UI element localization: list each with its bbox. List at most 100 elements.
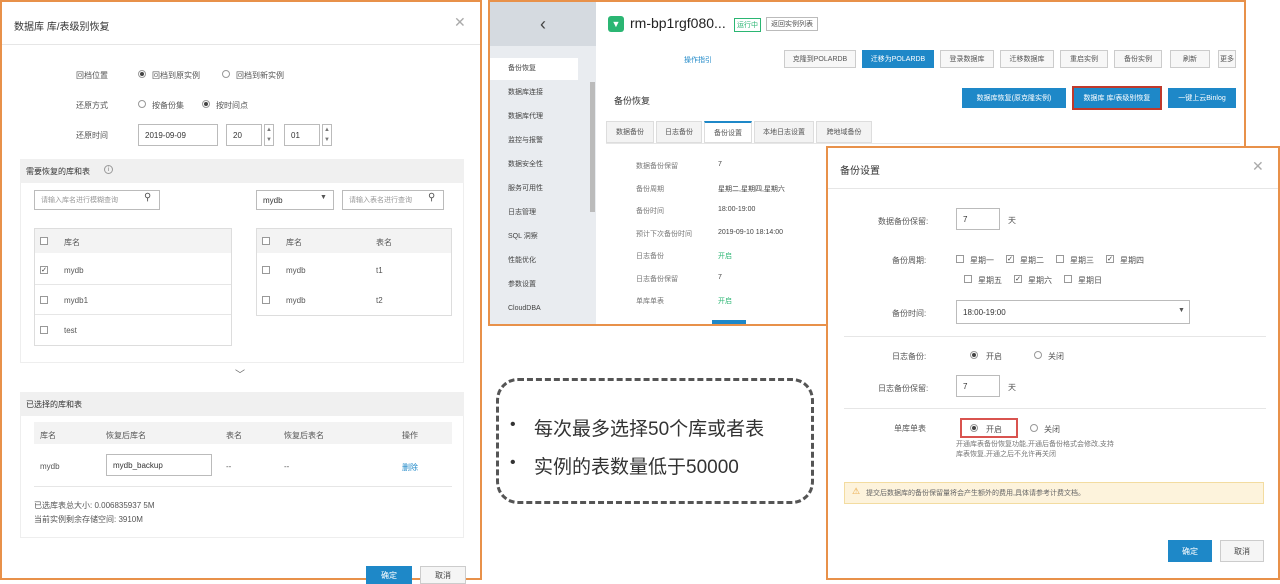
dialog-title: 备份设置	[840, 166, 880, 177]
guide-link[interactable]: 操作指引	[684, 55, 712, 65]
toolbar-button[interactable]: 更多	[1218, 50, 1236, 68]
confirm-button[interactable]: 确定	[366, 566, 412, 584]
return-list-button[interactable]: 返回实例列表	[766, 17, 818, 31]
selected-new-table: --	[284, 462, 290, 471]
sidebar-scrollbar[interactable]	[590, 82, 595, 212]
sidebar-item[interactable]: 备份恢复	[490, 58, 578, 80]
weekday-checkbox[interactable]	[956, 255, 964, 263]
cancel-button[interactable]: 取消	[420, 566, 466, 584]
log-on-radio[interactable]	[970, 351, 978, 359]
sidebar-item[interactable]: CloudDBA	[490, 298, 578, 320]
tab[interactable]: 跨地域备份	[816, 121, 872, 143]
sidebar-item[interactable]: 数据库连接	[490, 82, 578, 104]
toolbar-button[interactable]: 刷新	[1170, 50, 1210, 68]
bullet-dot: •	[510, 454, 516, 471]
weekday-label: 星期二	[1020, 256, 1044, 265]
sidebar-item[interactable]: 服务可用性	[490, 178, 578, 200]
instance-name: rm-bp1rgf080...	[630, 15, 726, 31]
select-all-checkbox[interactable]	[262, 237, 270, 245]
hour-stepper[interactable]: ▲ ▼	[264, 124, 274, 146]
chevron-down-icon: ▼	[320, 194, 327, 201]
restore-original-radio[interactable]	[138, 70, 146, 78]
weekday-checkbox[interactable]	[1056, 255, 1064, 263]
close-icon[interactable]: ✕	[454, 14, 466, 31]
tab[interactable]: 日志备份	[656, 121, 702, 143]
column-header: 库名	[64, 238, 80, 247]
table-checkbox[interactable]	[262, 266, 270, 274]
sidebar-item[interactable]: 参数设置	[490, 274, 578, 296]
sidebar-item[interactable]: 性能优化	[490, 250, 578, 272]
restore-new-radio[interactable]	[222, 70, 230, 78]
row-divider	[35, 284, 231, 285]
backup-settings-dialog: 备份设置 ✕ 数据备份保留: 7 天 备份周期: 星期一 ✓ 星期二 星期三 ✓ 星期四星…	[826, 146, 1280, 580]
sidebar-item[interactable]: 日志管理	[490, 202, 578, 224]
weekday-checkbox[interactable]	[1064, 275, 1072, 283]
date-input[interactable]: 2019-09-09	[138, 124, 218, 146]
search-icon[interactable]: ⚲	[144, 192, 151, 203]
sidebar-item[interactable]: 监控与报警	[490, 130, 578, 152]
storage-text: 当前实例剩余存储空间: 3910M	[34, 515, 143, 524]
by-time-label: 按时间点	[216, 101, 248, 110]
log-off-label: 关闭	[1048, 352, 1064, 361]
weekday-checkbox[interactable]: ✓	[1106, 255, 1114, 263]
weekday-checkbox[interactable]: ✓	[1006, 255, 1014, 263]
toolbar-button[interactable]: 重启实例	[1060, 50, 1108, 68]
total-size-text: 已选库表总大小: 0.006835937 5M	[34, 501, 155, 510]
select-all-checkbox[interactable]	[40, 237, 48, 245]
expand-chevron-icon[interactable]: ﹀	[235, 366, 245, 381]
table-restore-button[interactable]: 数据库 库/表级别恢复	[1072, 86, 1162, 110]
tab[interactable]: 本地日志设置	[754, 121, 814, 143]
db-restore-button[interactable]: 数据库恢复(原克隆实例)	[962, 88, 1066, 108]
toolbar-button[interactable]: 备份实例	[1114, 50, 1162, 68]
log-retention-input[interactable]: 7	[956, 375, 1000, 397]
new-db-name-input[interactable]: mydb_backup	[106, 454, 212, 476]
db-search-input[interactable]: 请输入库名进行模糊查询	[34, 190, 160, 210]
time-select[interactable]: 18:00-19:00	[956, 300, 1190, 324]
row-divider	[35, 314, 231, 315]
db-checkbox[interactable]: ✓	[40, 266, 48, 274]
tab[interactable]: 数据备份	[606, 121, 654, 143]
confirm-button[interactable]: 确定	[1168, 540, 1212, 562]
restore-original-label: 回档到原实例	[152, 71, 200, 80]
by-time-radio[interactable]	[202, 100, 210, 108]
sidebar-item[interactable]: SQL 洞察	[490, 226, 578, 248]
table-checkbox[interactable]	[262, 296, 270, 304]
selected-db: mydb	[40, 462, 60, 471]
instance-icon: ▼	[608, 16, 624, 32]
hour-input[interactable]: 20	[226, 124, 262, 146]
toolbar-button[interactable]: 克隆到POLARDB	[784, 50, 856, 68]
by-backup-radio[interactable]	[138, 100, 146, 108]
toolbar-button[interactable]: 迁移数据库	[1000, 50, 1054, 68]
weekday-checkbox[interactable]	[964, 275, 972, 283]
single-off-radio[interactable]	[1030, 424, 1038, 432]
db-name: test	[64, 326, 77, 335]
setting-key: 日志备份	[636, 253, 664, 260]
info-icon: i	[104, 165, 113, 174]
log-off-radio[interactable]	[1034, 351, 1042, 359]
column-header: 表名	[226, 431, 242, 440]
close-icon[interactable]: ✕	[1252, 158, 1264, 175]
delete-link[interactable]: 删除	[402, 462, 418, 473]
sidebar-item[interactable]: 数据库代理	[490, 106, 578, 128]
retention-input[interactable]: 7	[956, 208, 1000, 230]
minute-input[interactable]: 01	[284, 124, 320, 146]
binlog-button[interactable]: 一键上云Binlog	[1168, 88, 1236, 108]
cancel-button[interactable]: 取消	[1220, 540, 1264, 562]
restore-location-label: 回档位置	[76, 71, 108, 80]
weekday-checkbox[interactable]: ✓	[1014, 275, 1022, 283]
back-chevron-icon[interactable]: ‹	[490, 2, 596, 46]
table-db-name: mydb	[286, 296, 306, 305]
minute-stepper[interactable]: ▲ ▼	[322, 124, 332, 146]
toolbar-button[interactable]: 登录数据库	[940, 50, 994, 68]
column-header: 表名	[376, 238, 392, 247]
retention-label: 数据备份保留:	[878, 217, 929, 226]
by-backup-label: 按备份集	[152, 101, 184, 110]
single-on-radio[interactable]	[970, 424, 978, 432]
table-name: t1	[376, 266, 383, 275]
db-checkbox[interactable]	[40, 326, 48, 334]
db-checkbox[interactable]	[40, 296, 48, 304]
search-icon[interactable]: ⚲	[428, 192, 435, 203]
sidebar-item[interactable]: 数据安全性	[490, 154, 578, 176]
toolbar-button[interactable]: 迁移为POLARDB	[862, 50, 934, 68]
tab[interactable]: 备份设置	[704, 121, 752, 143]
